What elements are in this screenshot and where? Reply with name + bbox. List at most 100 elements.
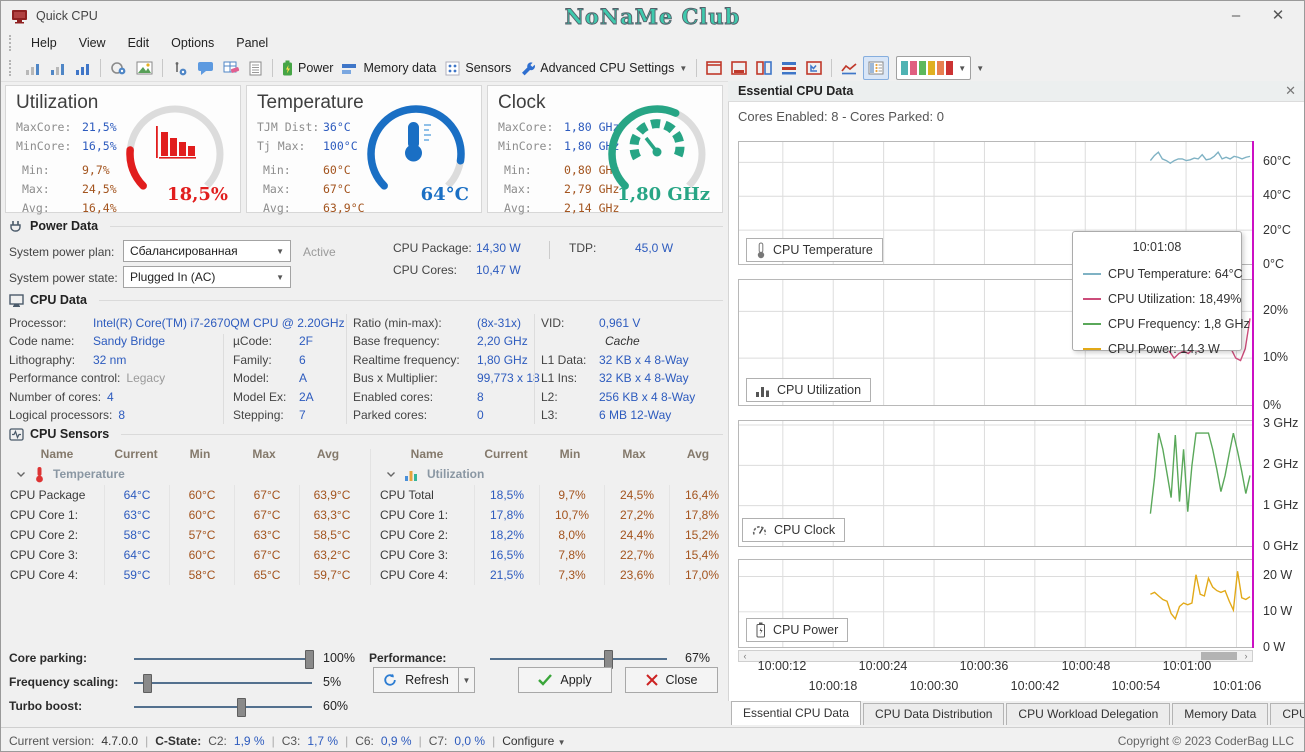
- layout-rows-button[interactable]: [777, 57, 801, 79]
- thermometer-icon: [36, 466, 43, 482]
- cpu-temperature-series-label[interactable]: CPU Temperature: [746, 238, 883, 262]
- sensor-group-row[interactable]: Temperature: [4, 463, 364, 485]
- sensor-value: 17,0%: [669, 565, 734, 585]
- apply-button[interactable]: Apply: [518, 667, 612, 693]
- x-tick-label: 10:01:06: [1212, 679, 1262, 693]
- refresh-button[interactable]: Refresh: [373, 667, 459, 693]
- menu-item-panel[interactable]: Panel: [225, 33, 279, 53]
- tab-memory-data[interactable]: Memory Data: [1172, 703, 1269, 725]
- slider-track-frequency-scaling[interactable]: [134, 682, 312, 684]
- refresh-options-dropdown[interactable]: ▼: [458, 667, 475, 693]
- gear-sync-button[interactable]: [106, 57, 131, 79]
- cpu-data-row: L1 Ins: 32 KB x 4 8-Way: [541, 369, 723, 387]
- menu-item-view[interactable]: View: [68, 33, 117, 53]
- image-button[interactable]: [132, 57, 157, 79]
- chart-gray-icon-button[interactable]: [21, 57, 45, 79]
- field-label: Parked cores:: [353, 408, 428, 423]
- column-header[interactable]: Name: [4, 447, 104, 461]
- gear-sync-icon: [111, 61, 126, 74]
- tooltip-text: CPU Power: 14,3 W: [1108, 341, 1220, 356]
- layout-window-button[interactable]: [702, 57, 726, 79]
- x-tick-label: 10:00:30: [909, 679, 959, 693]
- column-header[interactable]: Min: [168, 445, 232, 463]
- slider-thumb-turbo-boost[interactable]: [237, 698, 246, 717]
- sensor-group-row[interactable]: Utilization: [374, 463, 734, 485]
- menu-item-help[interactable]: Help: [20, 33, 68, 53]
- sensor-value: 67°C: [234, 545, 299, 565]
- palette-options-dropdown[interactable]: ▼: [972, 57, 988, 79]
- close-button[interactable]: Close: [625, 667, 718, 693]
- layout-float-button[interactable]: [802, 57, 826, 79]
- chevron-down-icon[interactable]: [386, 471, 396, 478]
- color-palette-dropdown[interactable]: ▼: [896, 56, 972, 80]
- sensor-value: 58,5°C: [299, 525, 364, 545]
- menu-item-options[interactable]: Options: [160, 33, 225, 53]
- chevron-down-icon: ▼: [276, 246, 284, 256]
- tab-cpu-workload-delegation[interactable]: CPU Workload Delegation: [1006, 703, 1171, 725]
- layout-bottom-panel-button[interactable]: [727, 57, 751, 79]
- line-chart-view-button[interactable]: [837, 57, 862, 79]
- tab-essential-cpu-data[interactable]: Essential CPU Data: [731, 701, 862, 725]
- layout-split-button[interactable]: [752, 57, 776, 79]
- tab-cpu-core-parking[interactable]: CPU Core Parking: [1270, 703, 1304, 725]
- column-header[interactable]: Avg: [296, 445, 360, 463]
- cpu-data-title: CPU Data: [30, 293, 87, 307]
- slider-thumb-frequency-scaling[interactable]: [143, 674, 152, 693]
- cpu-clock-series-label[interactable]: CPU Clock: [742, 518, 846, 542]
- memory-data-button[interactable]: Memory data: [338, 57, 440, 79]
- column-header[interactable]: Current: [104, 445, 168, 463]
- field-value: 0: [477, 408, 484, 423]
- column-header[interactable]: Max: [232, 445, 296, 463]
- stat-value: 60°C: [323, 163, 351, 177]
- tooltip-line: CPU Temperature: 64°C: [1083, 261, 1243, 286]
- menu-item-edit[interactable]: Edit: [117, 33, 161, 53]
- sensor-name: CPU Package: [10, 488, 86, 502]
- tab-cpu-data-distribution[interactable]: CPU Data Distribution: [863, 703, 1005, 725]
- scroll-right-arrow[interactable]: ›: [1240, 651, 1252, 661]
- chart-tooltip: 10:01:08 CPU Temperature: 64°C CPU Utiliz…: [1072, 231, 1250, 356]
- sensors-button[interactable]: Sensors: [441, 57, 515, 79]
- column-header[interactable]: Current: [474, 445, 538, 463]
- power-state-select[interactable]: Plugged In (AC) ▼: [123, 266, 291, 288]
- column-header[interactable]: Avg: [666, 445, 730, 463]
- power-plan-select[interactable]: Сбалансированная ▼: [123, 240, 291, 262]
- sensor-name: CPU Core 1:: [380, 508, 449, 522]
- chevron-down-icon[interactable]: [16, 471, 26, 478]
- minimize-button[interactable]: –: [1218, 1, 1254, 31]
- scroll-left-arrow[interactable]: ‹: [739, 651, 751, 661]
- process-settings-button[interactable]: [168, 57, 192, 79]
- chart-blue-icon-button[interactable]: [71, 57, 95, 79]
- configure-menu[interactable]: Configure ▼: [502, 734, 565, 748]
- divider: |: [345, 733, 349, 748]
- chart-mixed-icon-button[interactable]: [46, 57, 70, 79]
- slider-track-performance[interactable]: [490, 658, 667, 660]
- clear-table-button[interactable]: [219, 57, 244, 79]
- power-button[interactable]: Power: [278, 57, 337, 79]
- cpu-cores-value: 10,47 W: [476, 263, 521, 277]
- section-rule: [98, 299, 723, 301]
- column-header[interactable]: Name: [374, 447, 474, 461]
- monitor-icon: [9, 293, 24, 307]
- field-label: Realtime frequency:: [353, 352, 460, 367]
- feedback-button[interactable]: [193, 57, 218, 79]
- cpu-power-series-label[interactable]: CPU Power: [746, 618, 849, 642]
- stat-label: TJM Dist:: [257, 120, 320, 134]
- panel-close-icon[interactable]: ✕: [1285, 83, 1296, 99]
- close-window-button[interactable]: ✕: [1260, 1, 1296, 31]
- palette-swatch: [946, 61, 954, 75]
- column-header[interactable]: Min: [538, 445, 602, 463]
- power-state-label: System power state:: [9, 271, 118, 285]
- slider-track-core-parking[interactable]: [134, 658, 312, 660]
- sensor-value: 7,3%: [539, 565, 604, 585]
- slider-track-turbo-boost[interactable]: [134, 706, 312, 708]
- cpu-utilization-series-label[interactable]: CPU Utilization: [746, 378, 872, 402]
- sensor-value: 63°C: [234, 525, 299, 545]
- sensor-value: 67°C: [234, 505, 299, 525]
- advanced-cpu-settings-label: Advanced CPU Settings: [540, 61, 675, 75]
- column-header[interactable]: Max: [602, 445, 666, 463]
- slider-thumb-core-parking[interactable]: [305, 650, 314, 669]
- side-panel-view-button[interactable]: [863, 56, 890, 80]
- slider-label-frequency-scaling: Frequency scaling:: [9, 675, 119, 689]
- report-button[interactable]: [245, 57, 267, 79]
- advanced-cpu-settings-button[interactable]: Advanced CPU Settings ▼: [516, 57, 691, 79]
